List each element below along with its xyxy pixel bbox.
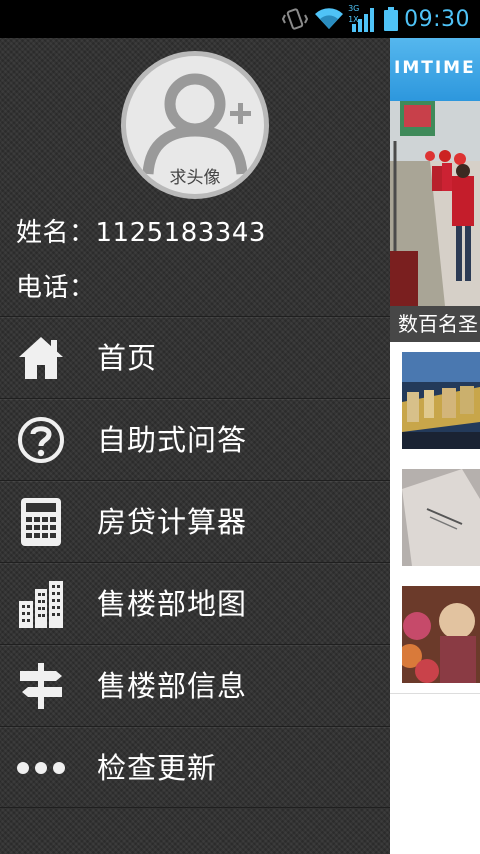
buildings-icon	[14, 577, 68, 631]
menu-item-label: 自助式问答	[97, 423, 248, 457]
menu-item-label: 房贷计算器	[97, 505, 248, 539]
question-icon	[14, 413, 68, 467]
name-value: 1125183343	[95, 218, 266, 248]
banner-image[interactable]	[390, 101, 480, 306]
news-thumbnail	[402, 586, 480, 683]
news-item[interactable]	[390, 576, 480, 694]
name-label: 姓名：	[16, 218, 96, 248]
banner-caption: 数百名圣	[390, 306, 480, 342]
drawer-menu: 首页 自助式问答 房贷计算器 售楼部地图 售楼部信息 检查更新	[0, 316, 390, 808]
menu-item-update[interactable]: 检查更新	[0, 726, 390, 808]
avatar-button[interactable]: 求头像	[121, 51, 269, 199]
menu-item-home[interactable]: 首页	[0, 316, 390, 398]
status-icons: 3G 1X 09:30	[282, 0, 480, 38]
main-content: IMTIME 数百名圣	[390, 38, 480, 854]
calculator-icon	[14, 495, 68, 549]
brand-title: IMTIME	[394, 58, 476, 78]
menu-item-label: 首页	[97, 341, 158, 375]
menu-item-info[interactable]: 售楼部信息	[0, 644, 390, 726]
vibrate-icon	[282, 6, 309, 32]
menu-item-calculator[interactable]: 房贷计算器	[0, 480, 390, 562]
menu-item-label: 售楼部信息	[97, 669, 248, 703]
menu-item-label: 检查更新	[97, 751, 218, 785]
menu-item-map[interactable]: 售楼部地图	[0, 562, 390, 644]
avatar-caption: 求头像	[169, 168, 221, 188]
battery-icon	[384, 7, 399, 31]
status-bar: 3G 1X 09:30	[0, 0, 480, 38]
status-time: 09:30	[404, 6, 470, 32]
signpost-icon	[14, 659, 68, 713]
more-dots-icon	[14, 741, 68, 795]
home-icon	[14, 331, 68, 385]
signal-icon: 3G 1X	[348, 4, 378, 32]
profile-name: 姓名：1125183343	[16, 212, 266, 249]
network-badge-top: 3G	[348, 4, 360, 13]
content-header: IMTIME	[390, 38, 480, 101]
news-thumbnail	[402, 352, 480, 449]
news-thumbnail	[402, 469, 480, 566]
profile-phone: 电话：	[16, 267, 96, 304]
network-badge-bottom: 1X	[348, 15, 359, 24]
menu-item-faq[interactable]: 自助式问答	[0, 398, 390, 480]
news-item[interactable]	[390, 459, 480, 577]
menu-item-label: 售楼部地图	[97, 587, 248, 621]
navigation-drawer: 求头像 姓名：1125183343 电话： 首页 自助式问答 房贷计算器 售楼部…	[0, 38, 390, 854]
wifi-icon	[314, 7, 344, 31]
phone-label: 电话：	[16, 273, 96, 303]
news-item[interactable]	[390, 342, 480, 460]
